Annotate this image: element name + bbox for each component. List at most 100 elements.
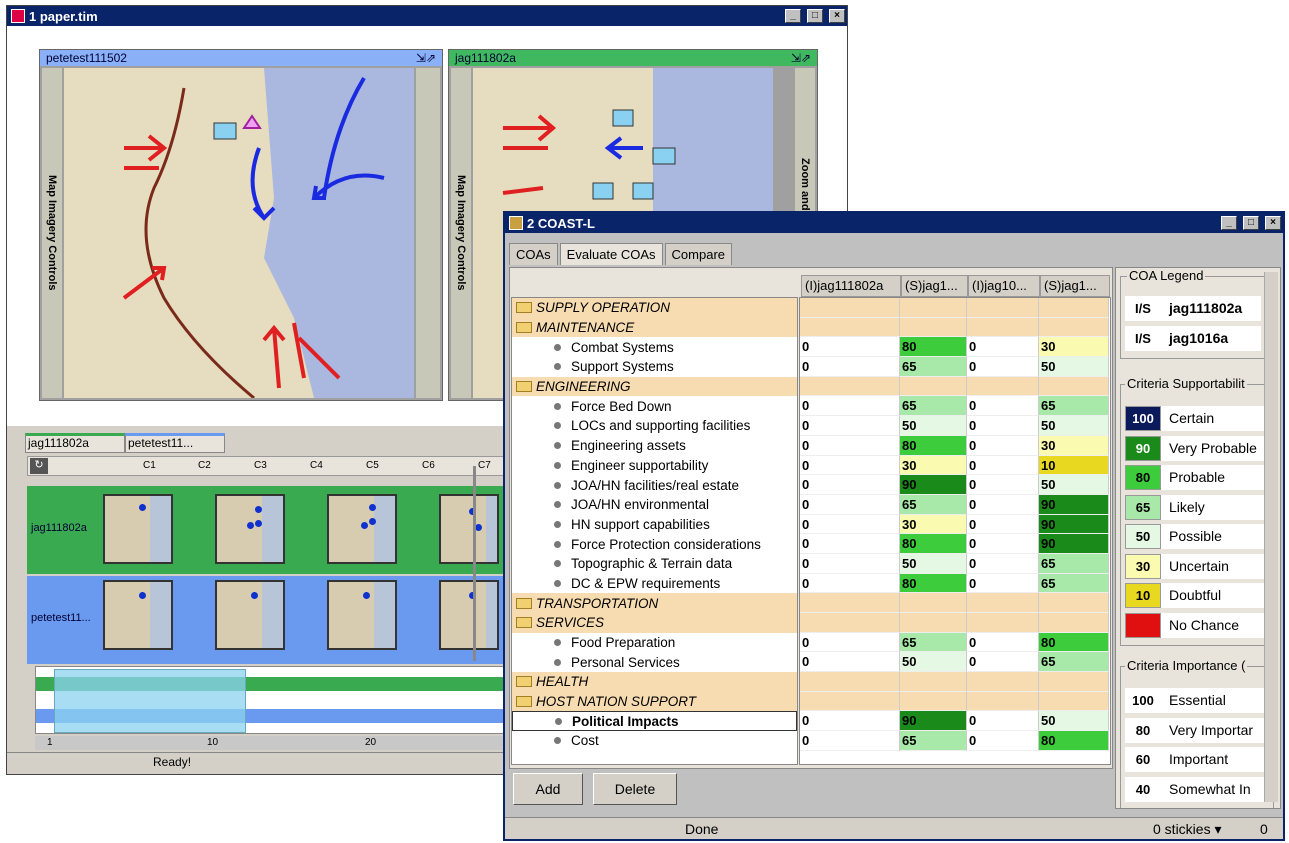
value-cell[interactable]: 10 — [1039, 455, 1109, 476]
value-cell[interactable] — [967, 613, 1039, 633]
delete-button[interactable]: Delete — [593, 773, 677, 805]
value-cell[interactable]: 0 — [967, 455, 1039, 476]
category-row[interactable]: TRANSPORTATION — [512, 593, 797, 613]
value-cell[interactable]: 90 — [1039, 494, 1109, 515]
value-cell[interactable]: 80 — [1039, 731, 1109, 751]
value-cell[interactable]: 30 — [900, 455, 967, 476]
criteria-row[interactable]: JOA/HN environmental — [512, 495, 797, 515]
value-cell[interactable]: 50 — [1039, 475, 1109, 495]
tab-evaluate-coas[interactable]: Evaluate COAs — [559, 243, 663, 265]
value-cell[interactable] — [900, 691, 967, 712]
map-left-titlebar[interactable]: petetest111502 ⇲⇗ — [40, 50, 442, 66]
thumbnail[interactable] — [439, 494, 499, 564]
value-cell[interactable]: 0 — [967, 514, 1039, 535]
add-button[interactable]: Add — [513, 773, 583, 805]
criteria-row[interactable]: Cost — [512, 731, 797, 751]
value-cell[interactable]: 0 — [800, 396, 900, 417]
col-header[interactable]: (S)jag1... — [1040, 275, 1110, 297]
value-cell[interactable]: 0 — [967, 494, 1039, 515]
value-cell[interactable]: 0 — [800, 514, 900, 535]
value-cell[interactable]: 90 — [1039, 534, 1109, 554]
criteria-row[interactable]: Support Systems — [512, 357, 797, 377]
win1-titlebar[interactable]: 1 paper.tim _ □ × — [7, 6, 847, 26]
value-cell[interactable]: 0 — [800, 435, 900, 456]
value-cell[interactable]: 0 — [800, 475, 900, 495]
value-cell[interactable]: 0 — [967, 357, 1039, 377]
map-left-image[interactable] — [64, 68, 414, 398]
col-header[interactable]: (I)jag10... — [968, 275, 1040, 297]
value-cell[interactable]: 0 — [800, 731, 900, 751]
value-cell[interactable]: 30 — [1039, 435, 1109, 456]
col-header[interactable]: (I)jag111802a — [801, 275, 901, 297]
criteria-row[interactable]: Political Impacts — [512, 711, 797, 732]
value-cell[interactable]: 0 — [967, 396, 1039, 417]
value-cell[interactable]: 50 — [900, 416, 967, 436]
value-cell[interactable]: 0 — [967, 534, 1039, 554]
value-cell[interactable]: 65 — [900, 494, 967, 515]
value-cell[interactable] — [800, 691, 900, 712]
maximize-button[interactable]: □ — [1243, 216, 1259, 230]
value-cell[interactable] — [1039, 593, 1109, 613]
value-cell[interactable]: 0 — [967, 573, 1039, 594]
counter[interactable]: 0 — [1260, 821, 1268, 837]
minimize-button[interactable]: _ — [1221, 216, 1237, 230]
value-cell[interactable]: 0 — [800, 416, 900, 436]
value-cell[interactable] — [800, 613, 900, 633]
value-cell[interactable]: 0 — [967, 652, 1039, 673]
value-cell[interactable]: 0 — [967, 731, 1039, 751]
value-cell[interactable] — [900, 613, 967, 633]
value-cell[interactable]: 0 — [967, 553, 1039, 574]
value-cell[interactable]: 0 — [800, 455, 900, 476]
value-cell[interactable]: 0 — [800, 632, 900, 653]
value-cell[interactable]: 0 — [800, 494, 900, 515]
value-cell[interactable]: 80 — [900, 573, 967, 594]
timeline-tab-pete[interactable]: petetest11... — [125, 433, 225, 453]
value-cell[interactable] — [1039, 691, 1109, 712]
value-cell[interactable]: 65 — [900, 396, 967, 417]
category-row[interactable]: MAINTENANCE — [512, 317, 797, 338]
value-cell[interactable]: 90 — [900, 711, 967, 732]
thumbnail[interactable] — [103, 580, 173, 650]
value-cell[interactable] — [967, 691, 1039, 712]
value-cell[interactable] — [800, 672, 900, 692]
value-cell[interactable]: 90 — [1039, 514, 1109, 535]
expand-icon[interactable]: ⇲⇗ — [416, 50, 436, 66]
value-cell[interactable] — [967, 298, 1039, 318]
value-cell[interactable]: 30 — [1039, 337, 1109, 358]
criteria-row[interactable]: Topographic & Terrain data — [512, 554, 797, 574]
value-cell[interactable]: 65 — [1039, 396, 1109, 417]
value-cell[interactable] — [800, 376, 900, 397]
thumbnail[interactable] — [103, 494, 173, 564]
criteria-row[interactable]: Food Preparation — [512, 633, 797, 653]
value-cell[interactable] — [1039, 298, 1109, 318]
value-cell[interactable]: 0 — [967, 632, 1039, 653]
zoom-controls[interactable] — [416, 68, 440, 398]
value-cell[interactable]: 80 — [1039, 632, 1109, 653]
minimize-button[interactable]: _ — [785, 9, 801, 23]
value-cell[interactable]: 50 — [900, 652, 967, 673]
win2-titlebar[interactable]: 2 COAST-L _ □ × — [505, 213, 1283, 233]
close-button[interactable]: × — [829, 9, 845, 23]
value-cell[interactable]: 65 — [900, 731, 967, 751]
value-cell[interactable] — [900, 593, 967, 613]
value-cell[interactable]: 65 — [1039, 553, 1109, 574]
value-cell[interactable]: 80 — [900, 337, 967, 358]
value-cell[interactable] — [800, 593, 900, 613]
value-cell[interactable]: 0 — [967, 475, 1039, 495]
value-cell[interactable]: 0 — [967, 435, 1039, 456]
category-row[interactable]: HOST NATION SUPPORT — [512, 691, 797, 712]
criteria-row[interactable]: Engineer supportability — [512, 456, 797, 476]
category-row[interactable]: ENGINEERING — [512, 376, 797, 397]
value-cell[interactable]: 50 — [1039, 416, 1109, 436]
value-cell[interactable]: 65 — [1039, 652, 1109, 673]
value-cell[interactable] — [800, 317, 900, 338]
value-cell[interactable] — [900, 298, 967, 318]
category-row[interactable]: SUPPLY OPERATION — [512, 298, 797, 318]
criteria-row[interactable]: HN support capabilities — [512, 515, 797, 535]
value-cell[interactable]: 50 — [1039, 357, 1109, 377]
refresh-icon[interactable]: ↻ — [30, 458, 48, 474]
value-cell[interactable]: 0 — [800, 337, 900, 358]
scale-bar[interactable]: 1 10 20 — [35, 736, 507, 750]
value-cell[interactable]: 0 — [800, 573, 900, 594]
map-left-imagery-controls[interactable]: Map Imagery Controls — [42, 68, 62, 398]
